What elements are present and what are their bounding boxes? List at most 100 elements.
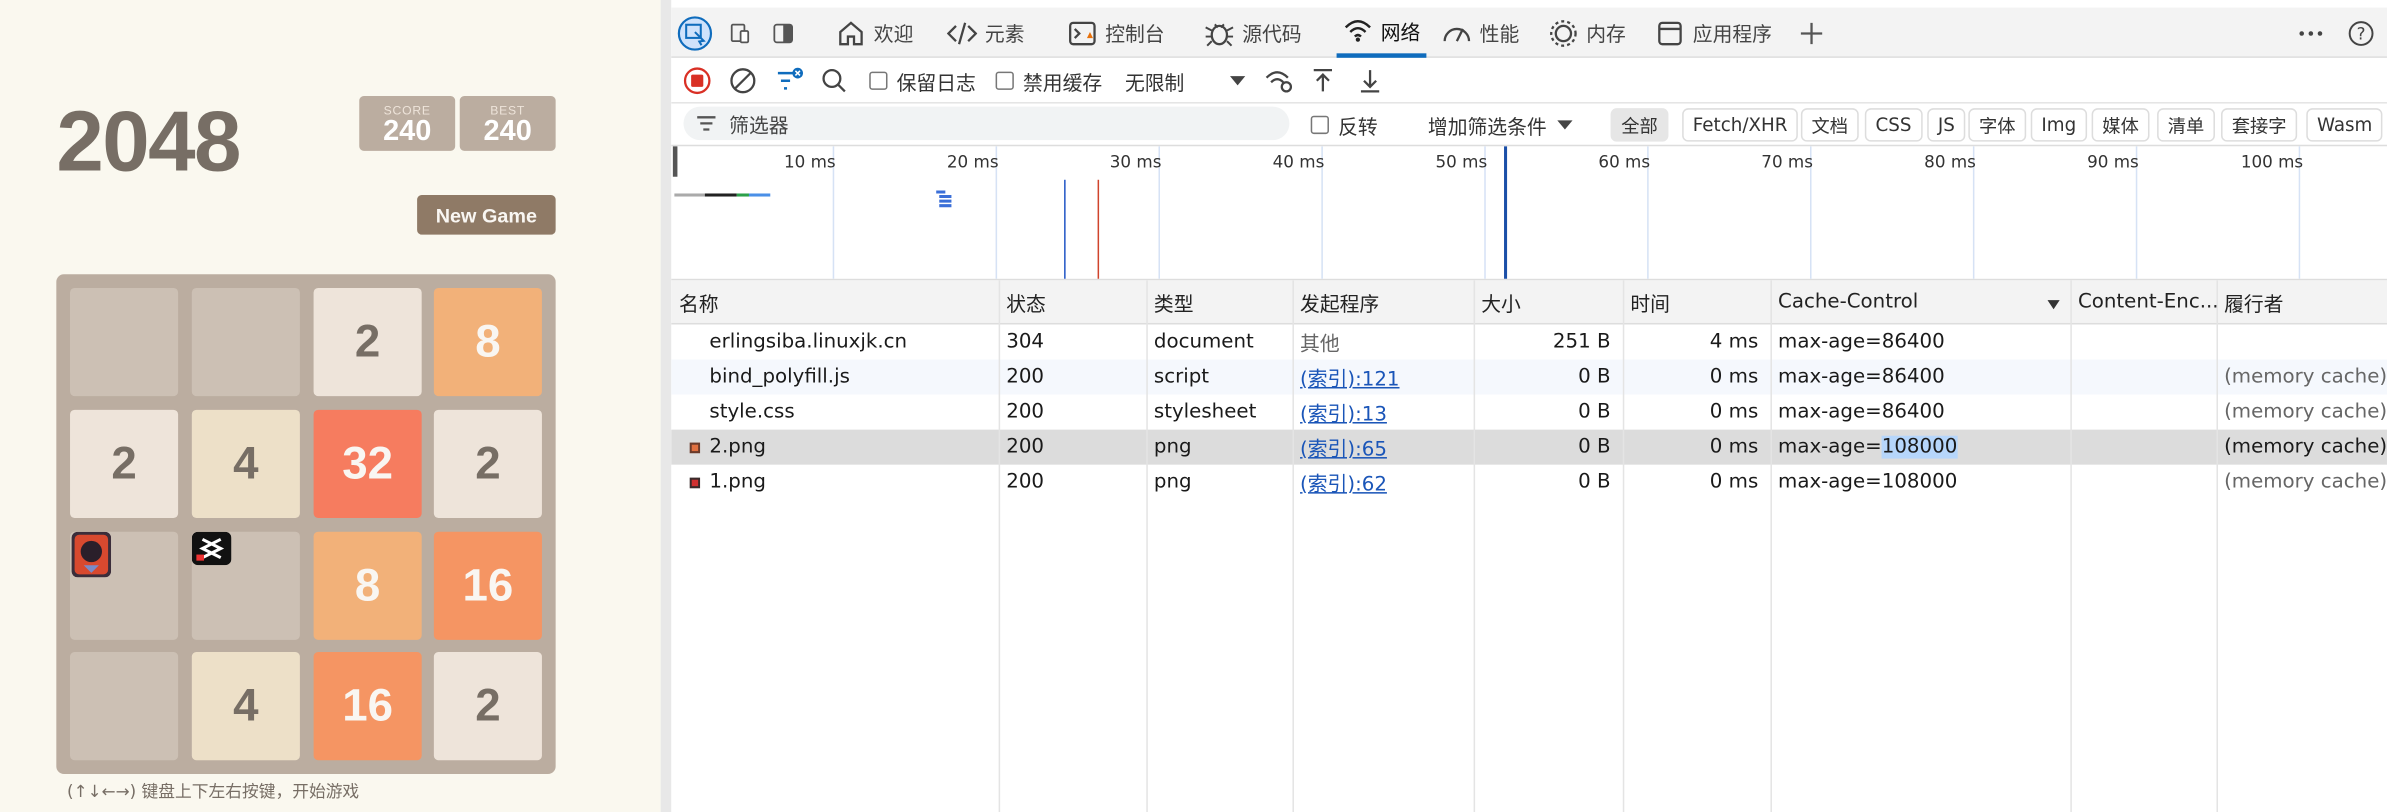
cell-size: 0 B [1578,470,1611,494]
search-button[interactable] [821,58,848,104]
initiator-link[interactable]: (索引):65 [1300,433,1387,462]
column-divider[interactable] [2216,280,2218,812]
tab-performance[interactable]: 性能 [1442,8,1519,58]
tab-elements[interactable]: 元素 [946,8,1025,58]
preserve-log-label: 保留日志 [896,72,976,96]
type-filter-socket[interactable]: 套接字 [2221,108,2298,142]
filter-bar: 筛选器 反转 增加筛选条件 全部 Fetch/XHR 文档 CSS JS 字体 … [671,103,2387,147]
type-filter-manifest[interactable]: 清单 [2157,108,2215,142]
tile: 2 [70,409,179,518]
inspect-element-button[interactable] [677,8,720,58]
timeline-tick-label: 10 ms [783,152,836,173]
timeline-tick-label: 100 ms [2240,152,2304,173]
cell-size: 251 B [1552,330,1611,354]
throttle-select[interactable]: 无限制 [1125,58,1184,104]
column-header-type[interactable]: 类型 [1146,280,1292,324]
filter-placeholder: 筛选器 [729,115,789,138]
column-divider[interactable] [1770,280,1772,812]
checkbox-box[interactable] [1310,115,1329,135]
table-row-selected[interactable]: 2.png 200 png (索引):65 0 B 0 ms max-age= 1… [671,429,2387,465]
load-event-line [1097,179,1100,279]
filter-toggle-button[interactable] [775,58,805,104]
checkbox-box[interactable] [869,71,888,90]
preserve-log-checkbox[interactable]: 保留日志 [869,58,976,104]
timeline-handle[interactable] [672,146,678,177]
table-row[interactable]: erlingsiba.linuxjk.cn 304 document 其他 25… [671,325,2387,360]
column-header-content-encoding[interactable]: Content-Enc... [2070,280,2217,324]
score-box: SCORE 240 [359,95,456,151]
tab-console[interactable]: 控制台 [1067,8,1165,58]
help-icon: ? [2348,20,2374,46]
device-emulation-button[interactable] [729,8,759,58]
initiator-link[interactable]: (索引):121 [1300,363,1399,392]
type-filter-fetch-xhr[interactable]: Fetch/XHR [1682,108,1799,142]
tile: 2 [433,409,542,518]
column-divider[interactable] [998,280,1001,812]
pane-splitter[interactable] [660,0,672,812]
record-button[interactable] [683,58,711,104]
column-divider[interactable] [1473,280,1476,812]
cell-status: 304 [1006,330,1045,354]
timeline-overview[interactable]: 10 ms 20 ms 30 ms 40 ms 50 ms 60 ms 70 m… [671,146,2387,281]
type-filter-js[interactable]: JS [1927,108,1966,142]
checkbox-box[interactable] [995,71,1014,90]
tab-memory[interactable]: 内存 [1548,8,1626,58]
new-game-button[interactable]: New Game [417,195,556,235]
network-conditions-button[interactable] [1264,58,1294,104]
throttle-dropdown-arrow[interactable] [1228,58,1246,104]
wifi-icon [1344,20,1371,42]
import-har-button[interactable] [1311,58,1335,104]
column-header-status[interactable]: 状态 [999,280,1147,324]
cell-size: 0 B [1578,400,1611,424]
add-tab-button[interactable] [1798,8,1833,58]
game-pane: 2048 SCORE 240 BEST 240 New Game 2 8 2 4… [0,0,661,812]
column-divider[interactable] [1146,280,1148,812]
type-filter-css[interactable]: CSS [1864,108,1923,142]
more-options-button[interactable] [2297,8,2332,58]
cell-time: 4 ms [1709,330,1759,354]
table-row[interactable]: 1.png 200 png (索引):62 0 B 0 ms max-age=1… [671,465,2387,500]
request-table: 名称 状态 类型 发起程序 大小 时间 Cache-Control Conten… [671,280,2387,812]
more-filters-label: 增加筛选条件 [1427,116,1547,140]
capcut-icon[interactable] [191,531,232,566]
timeline-tick-label: 40 ms [1272,152,1325,173]
table-row[interactable]: bind_polyfill.js 200 script (索引):121 0 B… [671,359,2387,395]
network-toolbar: 保留日志 禁用缓存 无限制 [671,57,2387,104]
type-filter-wasm[interactable]: Wasm [2306,108,2384,142]
waterfall-bar [736,193,749,197]
timeline-cursor [1504,146,1508,279]
table-row[interactable]: style.css 200 stylesheet (索引):13 0 B 0 m… [671,395,2387,430]
filter-input[interactable]: 筛选器 [683,106,1290,141]
clear-button[interactable] [729,58,756,104]
tab-network[interactable]: 网络 [1336,8,1427,58]
initiator-link[interactable]: (索引):62 [1300,468,1387,497]
disable-cache-checkbox[interactable]: 禁用缓存 [995,58,1102,104]
type-filter-doc[interactable]: 文档 [1800,108,1859,142]
type-filter-font[interactable]: 字体 [1968,108,2027,142]
column-divider[interactable] [1292,280,1294,812]
invert-checkbox[interactable]: 反转 [1310,104,1378,147]
dock-toggle-button[interactable] [772,8,802,58]
help-button[interactable]: ? [2347,8,2382,58]
column-header-fulfilled-by[interactable]: 履行者 [2216,280,2386,324]
type-filter-media[interactable]: 媒体 [2091,108,2150,142]
app-shortcut-icon[interactable] [71,531,112,578]
more-filters-dropdown[interactable]: 增加筛选条件 [1428,104,1574,147]
type-filter-all[interactable]: 全部 [1610,108,1669,142]
column-header-time[interactable]: 时间 [1623,280,1771,324]
column-header-name[interactable]: 名称 [671,280,998,324]
column-header-initiator[interactable]: 发起程序 [1292,280,1473,324]
screenshot-marker-icon[interactable] [933,189,954,210]
export-har-button[interactable] [1358,58,1382,104]
tab-application[interactable]: 应用程序 [1655,8,1772,58]
type-filter-img[interactable]: Img [2030,108,2087,142]
column-divider[interactable] [2070,280,2072,812]
column-header-cache-control[interactable]: Cache-Control [1770,280,2070,324]
column-divider[interactable] [1622,280,1625,812]
cell-name: erlingsiba.linuxjk.cn [709,330,908,354]
tab-welcome[interactable]: 欢迎 [836,8,913,58]
cell-name: 2.png [709,435,766,459]
initiator-link[interactable]: (索引):13 [1300,398,1387,427]
column-header-size[interactable]: 大小 [1474,280,1623,324]
tab-sources[interactable]: 源代码 [1204,8,1302,58]
